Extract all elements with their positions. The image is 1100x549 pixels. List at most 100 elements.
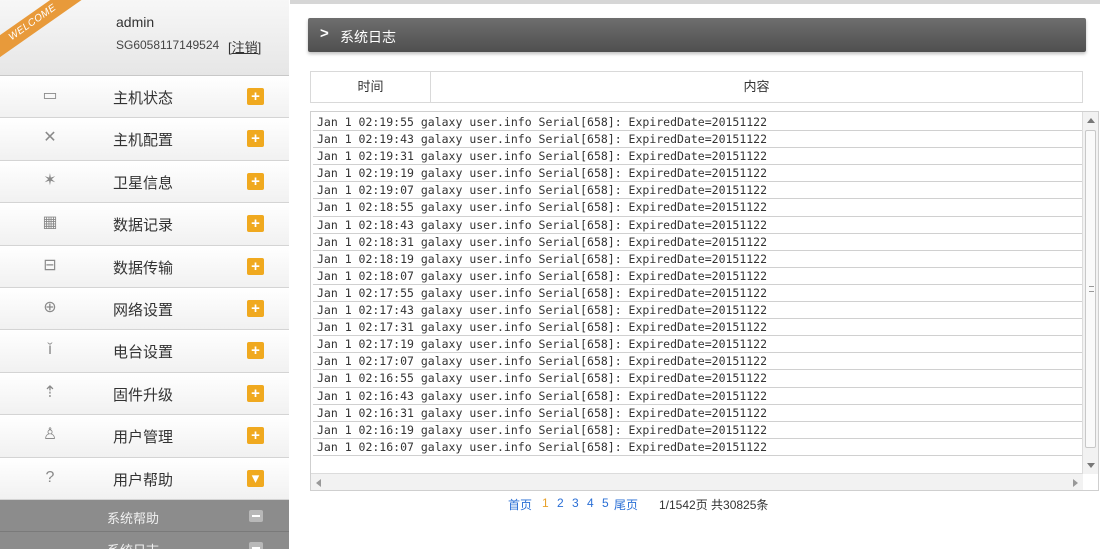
log-row: Jan 1 02:16:55 galaxy user.info Serial[6… — [313, 370, 1083, 388]
sidebar-item-7[interactable]: ǐ 电台设置 + — [0, 330, 289, 373]
username: admin — [116, 14, 155, 30]
page-title: 系统日志 — [340, 29, 396, 45]
column-header-content: 内容 — [743, 79, 770, 94]
scroll-right-icon[interactable] — [1073, 479, 1078, 487]
scroll-left-icon[interactable] — [316, 479, 321, 487]
grip-icon — [1089, 286, 1094, 292]
submenu-item-label: 系统帮助 — [107, 510, 160, 526]
users-icon: ♙ — [42, 426, 58, 444]
sidebar-item-label: 电台设置 — [113, 344, 174, 362]
sidebar-item-6[interactable]: ⊕ 网络设置 + — [0, 287, 289, 331]
sidebar-item-label: 数据传输 — [113, 259, 174, 277]
log-row: Jan 1 02:17:31 galaxy user.info Serial[6… — [313, 319, 1083, 337]
sidebar: WELCOME admin SG6058117149524 [注销] ▭ 主机状态… — [0, 0, 289, 549]
sidebar-item-2[interactable]: ✕ 主机配置 + — [0, 118, 289, 161]
scroll-down-icon[interactable] — [1087, 463, 1095, 468]
logout-link[interactable]: [注销] — [228, 37, 261, 56]
log-row: Jan 1 02:17:07 galaxy user.info Serial[6… — [313, 353, 1083, 371]
radio-icon: ǐ — [48, 341, 52, 359]
expand-icon[interactable]: + — [247, 172, 264, 190]
expand-icon[interactable]: + — [247, 384, 264, 402]
expand-icon[interactable]: + — [247, 88, 264, 105]
pagination: 首页 1 2 3 4 5 尾页 1/1542页 共30825条 — [290, 496, 1100, 514]
sidebar-item-4[interactable]: ▦ 数据记录 + — [0, 203, 289, 246]
sidebar-menu: ▭ 主机状态 + ✕ 主机配置 + ✶ 卫星信息 + ▦ 数据记录 + ⊟ 数据传输 + ⊕ 网络设置 + ǐ 电台设… — [0, 76, 289, 549]
main-panel: > 系统日志 时间 内容 Jan 1 02:19:55 galaxy user.… — [290, 0, 1100, 549]
log-row: Jan 1 02:18:43 galaxy user.info Serial[6… — [313, 217, 1083, 234]
log-row: Jan 1 02:19:19 galaxy user.info Serial[6… — [313, 165, 1083, 183]
sidebar-item-9[interactable]: ♙ 用户管理 + — [0, 415, 289, 458]
log-row: Jan 1 02:19:31 galaxy user.info Serial[6… — [313, 148, 1083, 166]
last-page-link[interactable]: 尾页 — [614, 496, 638, 513]
calendar-icon: ▦ — [42, 214, 58, 232]
sidebar-item-3[interactable]: ✶ 卫星信息 + — [0, 160, 289, 204]
submenu-item-label: 系统日志 — [107, 540, 159, 549]
log-row: Jan 1 02:19:55 galaxy user.info Serial[6… — [313, 114, 1083, 132]
sidebar-item-label: 网络设置 — [113, 301, 174, 319]
page-title-bar: > 系统日志 — [308, 18, 1086, 52]
vertical-scrollbar[interactable] — [1082, 112, 1098, 474]
welcome-ribbon: WELCOME — [0, 0, 90, 60]
top-divider — [290, 0, 1100, 4]
sidebar-item-10[interactable]: ? 用户帮助 ▾ — [0, 457, 289, 500]
globe-icon: ⊕ — [43, 298, 57, 316]
sidebar-item-label: 用户帮助 — [113, 471, 174, 489]
page-info: 1/1542页 共30825条 — [659, 498, 769, 512]
submenu-item-2[interactable]: 系统日志 — [0, 531, 289, 549]
horizontal-scrollbar[interactable] — [311, 473, 1083, 490]
log-row: Jan 1 02:18:07 galaxy user.info Serial[6… — [313, 268, 1083, 285]
expand-icon[interactable]: + — [247, 299, 264, 317]
log-row: Jan 1 02:19:07 galaxy user.info Serial[6… — [313, 182, 1083, 200]
log-row: Jan 1 02:16:31 galaxy user.info Serial[6… — [313, 405, 1083, 422]
submenu-item-1[interactable]: 系统帮助 — [0, 499, 289, 532]
page-link-2[interactable]: 2 — [557, 496, 564, 510]
user-panel: WELCOME admin SG6058117149524 [注销] — [0, 0, 289, 76]
log-list: Jan 1 02:19:55 galaxy user.info Serial[6… — [313, 114, 1083, 472]
log-row: Jan 1 02:16:43 galaxy user.info Serial[6… — [313, 388, 1083, 405]
log-table-header: 时间 内容 — [310, 71, 1083, 103]
chevron-right-icon: > — [320, 25, 329, 42]
page-link-1[interactable]: 1 — [542, 496, 549, 510]
first-page-link[interactable]: 首页 — [508, 496, 532, 513]
help-icon: ? — [45, 468, 55, 486]
log-row: Jan 1 02:17:19 galaxy user.info Serial[6… — [313, 336, 1083, 354]
log-row: Jan 1 02:17:55 galaxy user.info Serial[6… — [313, 285, 1083, 303]
log-row: Jan 1 02:17:43 galaxy user.info Serial[6… — [313, 302, 1083, 320]
sidebar-item-label: 数据记录 — [113, 217, 174, 235]
page-link-3[interactable]: 3 — [572, 496, 579, 510]
expand-icon[interactable]: + — [247, 130, 264, 148]
log-row: Jan 1 02:18:31 galaxy user.info Serial[6… — [313, 234, 1083, 251]
sidebar-item-label: 主机配置 — [113, 132, 174, 150]
expand-icon[interactable]: + — [247, 257, 264, 275]
sidebar-item-5[interactable]: ⊟ 数据传输 + — [0, 245, 289, 288]
satellite-icon: ✶ — [43, 171, 57, 189]
expand-icon[interactable]: + — [247, 215, 264, 233]
monitor-icon: ▭ — [42, 87, 58, 104]
log-row: Jan 1 02:18:55 galaxy user.info Serial[6… — [313, 199, 1083, 217]
sidebar-item-label: 固件升级 — [113, 386, 174, 404]
tools-icon: ✕ — [43, 129, 57, 147]
sidebar-item-8[interactable]: ⇡ 固件升级 + — [0, 372, 289, 416]
log-textarea[interactable]: Jan 1 02:19:55 galaxy user.info Serial[6… — [310, 111, 1099, 491]
log-row: Jan 1 02:19:43 galaxy user.info Serial[6… — [313, 131, 1083, 149]
device-serial: SG6058117149524 — [116, 38, 220, 52]
expand-icon[interactable]: + — [247, 342, 264, 360]
collapse-icon[interactable]: ▾ — [247, 469, 264, 487]
welcome-label: WELCOME — [0, 0, 84, 60]
sidebar-item-label: 用户管理 — [113, 429, 174, 447]
log-row: Jan 1 02:18:19 galaxy user.info Serial[6… — [313, 251, 1083, 268]
log-row: Jan 1 02:16:07 galaxy user.info Serial[6… — [313, 439, 1083, 456]
scroll-thumb[interactable] — [1085, 130, 1096, 448]
minus-icon[interactable] — [249, 541, 263, 549]
log-row: Jan 1 02:16:19 galaxy user.info Serial[6… — [313, 422, 1083, 439]
page-link-5[interactable]: 5 — [602, 496, 609, 510]
sidebar-item-1[interactable]: ▭ 主机状态 + — [0, 76, 289, 119]
upload-icon: ⇡ — [43, 383, 57, 401]
sidebar-item-label: 主机状态 — [113, 90, 174, 107]
sidebar-item-label: 卫星信息 — [113, 174, 174, 192]
page-link-4[interactable]: 4 — [587, 496, 594, 510]
app-window: WELCOME admin SG6058117149524 [注销] ▭ 主机状态… — [0, 0, 1100, 549]
scroll-up-icon[interactable] — [1087, 118, 1095, 123]
expand-icon[interactable]: + — [247, 427, 264, 445]
minus-icon[interactable] — [249, 509, 263, 522]
